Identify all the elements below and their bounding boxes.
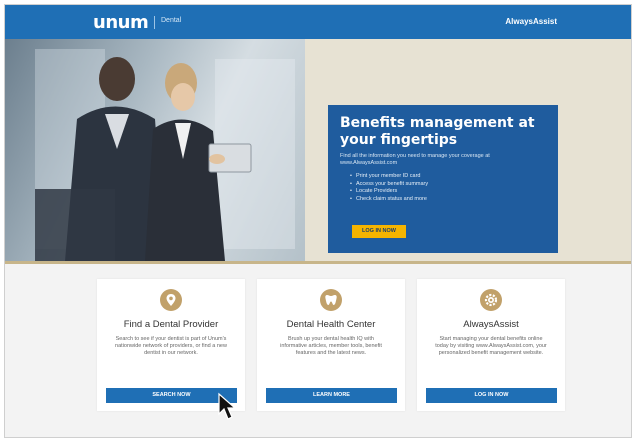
log-in-now-button[interactable]: LOG IN NOW <box>426 388 557 403</box>
card-title: AlwaysAssist <box>463 319 519 330</box>
learn-more-button[interactable]: LEARN MORE <box>266 388 397 403</box>
promo-login-button[interactable]: LOG IN NOW <box>352 225 406 238</box>
card-alwaysassist: AlwaysAssist Start managing your dental … <box>417 279 565 411</box>
logo-divider <box>154 16 155 29</box>
card-description: Search to see if your dentist is part of… <box>115 336 227 356</box>
promo-box: Benefits management at your fingertips F… <box>328 105 558 253</box>
top-navigation-bar: unum Dental AlwaysAssist <box>5 5 631 39</box>
hero-bottom-border <box>5 261 631 264</box>
card-dental-health-center: Dental Health Center Brush up your denta… <box>257 279 405 411</box>
hero-banner: Benefits management at your fingertips F… <box>5 39 631 261</box>
promo-bullet: Check claim status and more <box>350 196 546 204</box>
card-title: Find a Dental Provider <box>123 319 219 330</box>
mouse-cursor-icon <box>218 392 237 420</box>
promo-bullet: Access your benefit summary <box>350 181 546 189</box>
page-frame: unum Dental AlwaysAssist Benefits manage… <box>4 4 632 438</box>
promo-bullet: Locate Providers <box>350 188 546 196</box>
promo-bullet: Print your member ID card <box>350 173 546 181</box>
alwaysassist-header-link[interactable]: AlwaysAssist <box>505 17 557 26</box>
location-pin-icon <box>160 289 182 311</box>
gear-icon <box>480 289 502 311</box>
promo-bullet-list: Print your member ID card Access your be… <box>350 173 546 203</box>
promo-intro: Find all the information you need to man… <box>340 153 490 166</box>
promo-title: Benefits management at your fingertips <box>340 115 535 148</box>
card-description: Brush up your dental health IQ with info… <box>280 336 382 356</box>
card-title: Dental Health Center <box>286 319 376 330</box>
unum-logo[interactable]: unum <box>93 12 149 33</box>
tooth-icon <box>320 289 342 311</box>
logo-subtitle: Dental <box>161 17 182 24</box>
card-description: Start managing your dental benefits onli… <box>435 336 547 356</box>
hero-photo <box>5 39 305 261</box>
business-people-illustration <box>35 49 295 261</box>
